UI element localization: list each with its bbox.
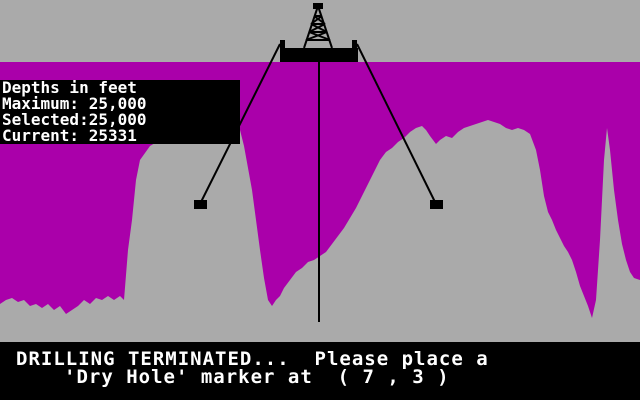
game-screen: Depths in feet Maximum: 25,000 Selected:… [0,0,640,400]
current-value: 25331 [88,126,137,145]
status-instruction: 'Dry Hole' marker at ( 7 , 3 ) [64,366,450,388]
platform-post-right [352,40,357,50]
platform-post-left [280,40,285,50]
depth-current-row: Current: 25331 [0,128,240,144]
well-marker-left [194,200,207,209]
status-bar: DRILLING TERMINATED... Please place a 'D… [0,342,640,400]
depth-readout-panel: Depths in feet Maximum: 25,000 Selected:… [0,80,240,144]
marker-coordinates: ( 7 , 3 ) [337,366,450,388]
current-label: Current: [2,126,80,145]
drilling-cross-section [0,0,640,342]
well-marker-right [430,200,443,209]
marker-instruction: 'Dry Hole' marker at [64,366,313,388]
